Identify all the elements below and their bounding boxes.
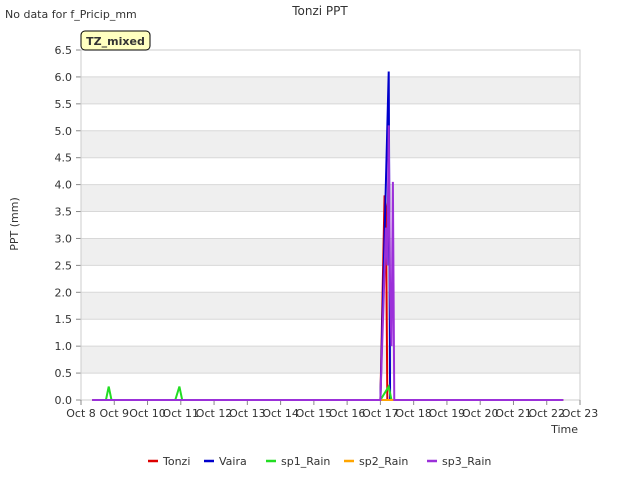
legend-label: sp1_Rain xyxy=(281,455,330,468)
legend-label: Vaira xyxy=(219,455,247,468)
x-tick-label: Oct 20 xyxy=(462,407,499,420)
y-tick-label: 4.5 xyxy=(55,152,73,165)
y-axis-label: PPT (mm) xyxy=(8,197,21,251)
y-tick-label: 6.0 xyxy=(55,71,73,84)
grid-band xyxy=(81,76,580,104)
grid-band xyxy=(81,238,580,266)
plot-area: 0.0 0.5 1.0 1.5 2.0 2.5 3.0 3.5 4.0 4.5 5.0 5.5 6.0 6… xyxy=(55,44,599,420)
x-tick-label: Oct 10 xyxy=(129,407,166,420)
x-tick-label: Oct 8 xyxy=(66,407,96,420)
y-tick-label: 0.0 xyxy=(55,394,73,407)
x-tick-label: Oct 16 xyxy=(329,407,366,420)
x-tick-label: Oct 13 xyxy=(229,407,266,420)
y-tick-label: 3.5 xyxy=(55,206,73,219)
x-tick-label: Oct 22 xyxy=(528,407,565,420)
x-axis-label: Time xyxy=(550,423,578,436)
legend: Tonzi Vaira sp1_Rain sp2_Rain sp3_Rain xyxy=(148,455,491,468)
x-tick-label: Oct 9 xyxy=(100,407,130,420)
x-tick-label: Oct 21 xyxy=(495,407,532,420)
y-tick-label: 5.0 xyxy=(55,125,73,138)
y-tick-label: 1.5 xyxy=(55,313,73,326)
tz-badge: TZ_mixed xyxy=(80,30,151,51)
legend-label: sp2_Rain xyxy=(359,455,408,468)
x-tick-label: Oct 15 xyxy=(296,407,333,420)
grid-band xyxy=(81,130,580,158)
y-tick-label: 6.5 xyxy=(55,44,73,57)
x-tick-label: Oct 18 xyxy=(395,407,432,420)
y-tick-label: 4.0 xyxy=(55,179,73,192)
nodata-note: No data for f_Pricip_mm xyxy=(5,8,137,21)
y-tick-label: 0.5 xyxy=(55,367,73,380)
chart-title: Tonzi PPT xyxy=(291,4,348,18)
chart: No data for f_Pricip_mm Tonzi PPT 0.0 0.5… xyxy=(5,4,599,468)
legend-label: sp3_Rain xyxy=(442,455,491,468)
x-tick-label: Oct 19 xyxy=(429,407,466,420)
y-tick-label: 2.5 xyxy=(55,259,73,272)
y-tick-label: 2.0 xyxy=(55,286,73,299)
y-tick-label: 3.0 xyxy=(55,232,73,245)
badge-label: TZ_mixed xyxy=(86,35,145,48)
x-tick-label: Oct 11 xyxy=(163,407,200,420)
grid-band xyxy=(81,346,580,374)
x-tick-label: Oct 12 xyxy=(196,407,233,420)
x-tick-label: Oct 14 xyxy=(262,407,299,420)
y-tick-label: 1.0 xyxy=(55,340,73,353)
y-tick-label: 5.5 xyxy=(55,98,73,111)
x-tick-label: Oct 23 xyxy=(562,407,599,420)
grid-band xyxy=(81,292,580,320)
x-tick-label: Oct 17 xyxy=(362,407,399,420)
grid-band xyxy=(81,184,580,212)
legend-label: Tonzi xyxy=(162,455,190,468)
